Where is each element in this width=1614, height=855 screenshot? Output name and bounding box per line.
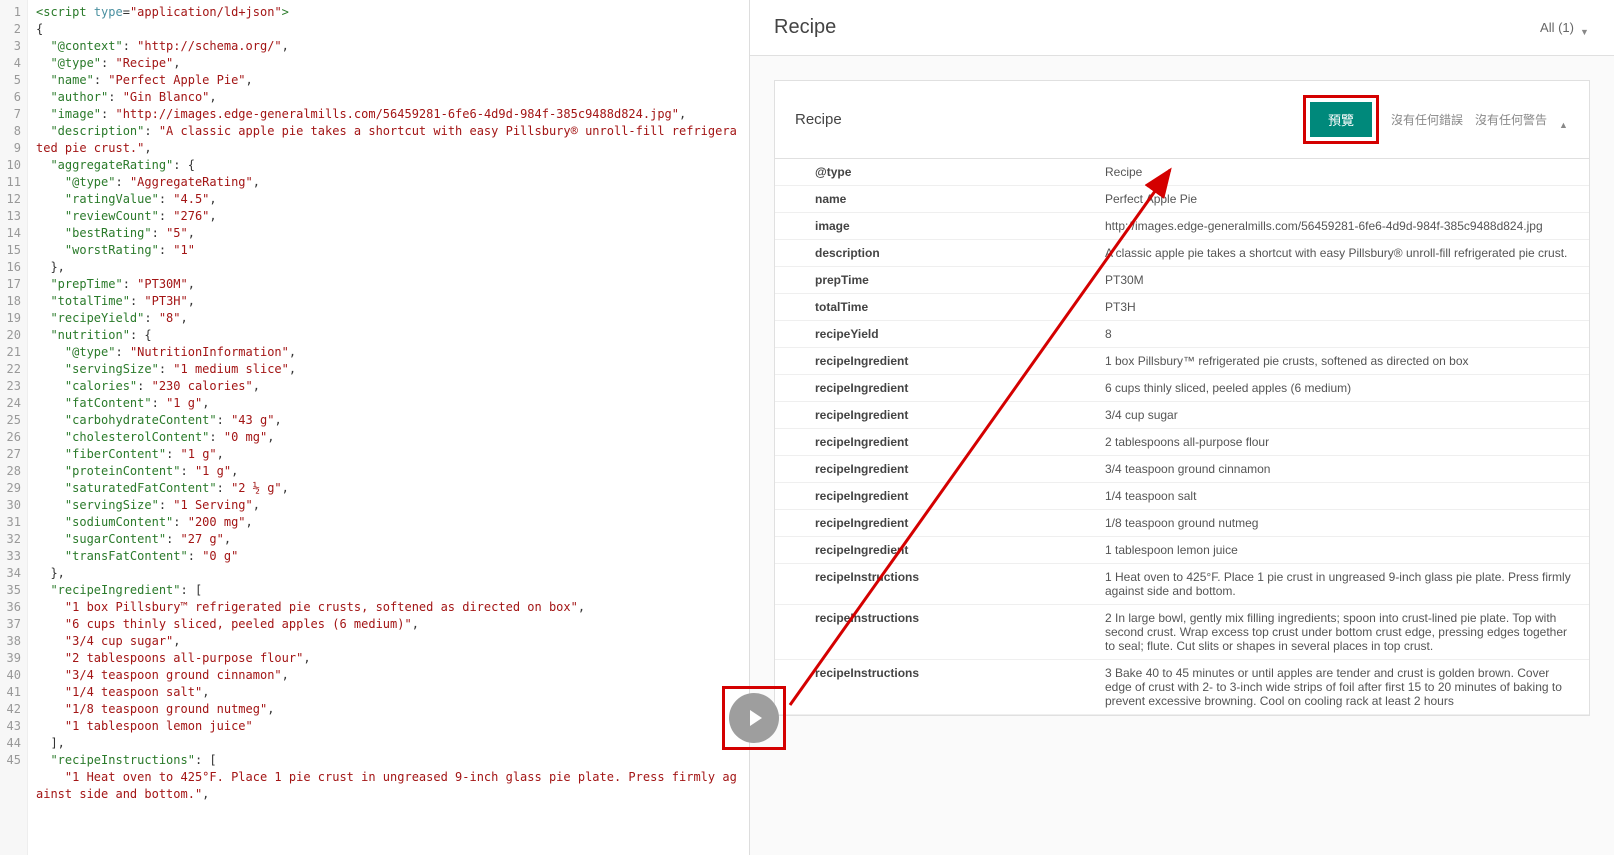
chevron-down-icon (1580, 23, 1590, 33)
card-header[interactable]: Recipe 預覽 沒有任何錯誤 沒有任何警告 (775, 81, 1589, 159)
no-warnings-text: 沒有任何警告 (1475, 111, 1547, 128)
results-panel: Recipe All (1) Recipe 預覽 沒有任何錯誤 沒有任何警告 (750, 0, 1614, 855)
property-key: recipeInstructions (775, 660, 1095, 715)
no-errors-text: 沒有任何錯誤 (1391, 111, 1463, 128)
table-row: recipeIngredient2 tablespoons all-purpos… (775, 429, 1589, 456)
table-row: recipeInstructions3 Bake 40 to 45 minute… (775, 660, 1589, 715)
property-value: 1 Heat oven to 425°F. Place 1 pie crust … (1095, 564, 1589, 605)
table-row: @typeRecipe (775, 159, 1589, 186)
property-key: recipeIngredient (775, 429, 1095, 456)
property-key: recipeIngredient (775, 483, 1095, 510)
properties-table: @typeRecipenamePerfect Apple Pieimagehtt… (775, 159, 1589, 715)
property-value: 1 tablespoon lemon juice (1095, 537, 1589, 564)
property-value: 2 In large bowl, gently mix filling ingr… (1095, 605, 1589, 660)
property-key: name (775, 186, 1095, 213)
preview-button[interactable]: 預覽 (1310, 102, 1372, 137)
property-key: image (775, 213, 1095, 240)
table-row: recipeInstructions2 In large bowl, gentl… (775, 605, 1589, 660)
table-row: namePerfect Apple Pie (775, 186, 1589, 213)
table-row: recipeIngredient1/4 teaspoon salt (775, 483, 1589, 510)
table-row: imagehttp://images.edge-generalmills.com… (775, 213, 1589, 240)
table-row: recipeIngredient1/8 teaspoon ground nutm… (775, 510, 1589, 537)
property-value: 6 cups thinly sliced, peeled apples (6 m… (1095, 375, 1589, 402)
property-value: PT30M (1095, 267, 1589, 294)
table-row: recipeIngredient6 cups thinly sliced, pe… (775, 375, 1589, 402)
property-value: 2 tablespoons all-purpose flour (1095, 429, 1589, 456)
recipe-card: Recipe 預覽 沒有任何錯誤 沒有任何警告 @typeRecipenameP… (774, 80, 1590, 716)
property-value: http://images.edge-generalmills.com/5645… (1095, 213, 1589, 240)
table-row: recipeIngredient3/4 cup sugar (775, 402, 1589, 429)
property-value: Perfect Apple Pie (1095, 186, 1589, 213)
table-row: recipeYield8 (775, 321, 1589, 348)
card-title: Recipe (795, 111, 842, 128)
table-row: descriptionA classic apple pie takes a s… (775, 240, 1589, 267)
property-key: recipeIngredient (775, 537, 1095, 564)
table-row: recipeIngredient1 tablespoon lemon juice (775, 537, 1589, 564)
code-editor-panel[interactable]: 1234567891011121314151617181920212223242… (0, 0, 750, 855)
property-key: recipeIngredient (775, 510, 1095, 537)
table-row: totalTimePT3H (775, 294, 1589, 321)
property-key: recipeIngredient (775, 348, 1095, 375)
property-value: 1 box Pillsbury™ refrigerated pie crusts… (1095, 348, 1589, 375)
table-row: recipeIngredient3/4 teaspoon ground cinn… (775, 456, 1589, 483)
property-key: recipeInstructions (775, 605, 1095, 660)
property-key: recipeIngredient (775, 402, 1095, 429)
property-key: recipeIngredient (775, 456, 1095, 483)
chevron-up-icon[interactable] (1559, 115, 1569, 125)
property-value: 8 (1095, 321, 1589, 348)
property-value: 3 Bake 40 to 45 minutes or until apples … (1095, 660, 1589, 715)
property-key: totalTime (775, 294, 1095, 321)
card-actions: 預覽 沒有任何錯誤 沒有任何警告 (1303, 95, 1569, 144)
table-row: recipeIngredient1 box Pillsbury™ refrige… (775, 348, 1589, 375)
property-value: 1/4 teaspoon salt (1095, 483, 1589, 510)
property-value: 3/4 teaspoon ground cinnamon (1095, 456, 1589, 483)
property-key: @type (775, 159, 1095, 186)
property-value: A classic apple pie takes a shortcut wit… (1095, 240, 1589, 267)
results-header: Recipe All (1) (750, 0, 1614, 56)
property-key: prepTime (775, 267, 1095, 294)
table-row: prepTimePT30M (775, 267, 1589, 294)
table-row: recipeInstructions1 Heat oven to 425°F. … (775, 564, 1589, 605)
filter-dropdown-label: All (1) (1540, 20, 1574, 35)
property-value: Recipe (1095, 159, 1589, 186)
play-button-highlight (722, 686, 786, 750)
property-value: 1/8 teaspoon ground nutmeg (1095, 510, 1589, 537)
results-title: Recipe (774, 16, 836, 39)
property-value: 3/4 cup sugar (1095, 402, 1589, 429)
play-button[interactable] (729, 693, 779, 743)
property-key: recipeYield (775, 321, 1095, 348)
play-icon (750, 710, 762, 726)
filter-dropdown[interactable]: All (1) (1540, 20, 1590, 35)
preview-button-highlight: 預覽 (1303, 95, 1379, 144)
property-key: description (775, 240, 1095, 267)
property-key: recipeIngredient (775, 375, 1095, 402)
property-value: PT3H (1095, 294, 1589, 321)
code-content[interactable]: <script type="application/ld+json">{ "@c… (28, 0, 749, 855)
line-gutter: 1234567891011121314151617181920212223242… (0, 0, 28, 855)
card-body[interactable]: @typeRecipenamePerfect Apple Pieimagehtt… (775, 159, 1589, 715)
property-key: recipeInstructions (775, 564, 1095, 605)
